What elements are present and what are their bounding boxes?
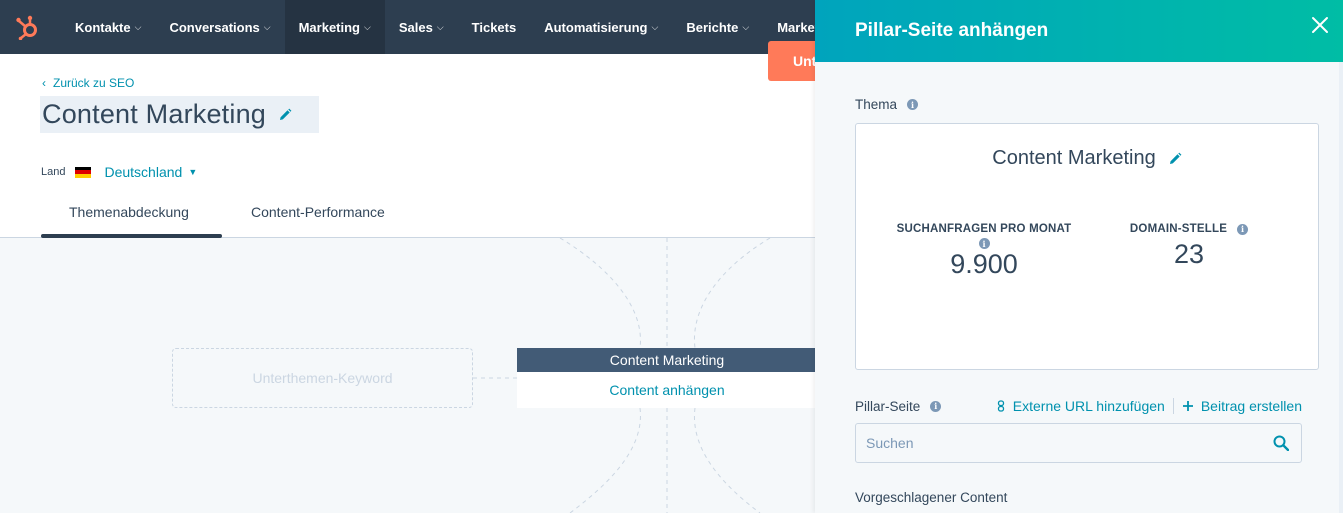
page-title-box[interactable]: Content Marketing <box>40 96 319 133</box>
attach-content-link[interactable]: Content anhängen <box>517 372 815 408</box>
divider <box>1172 398 1174 414</box>
topic-title: Content Marketing <box>992 147 1156 169</box>
attach-pillar-panel: Pillar-Seite anhängen Thema i Content Ma… <box>815 0 1343 513</box>
chevron-down-icon: ⌵ <box>436 21 444 32</box>
search-icon[interactable] <box>1261 435 1301 451</box>
info-icon[interactable]: i <box>930 400 942 412</box>
panel-header: Pillar-Seite anhängen <box>815 0 1343 62</box>
panel-title: Pillar-Seite anhängen <box>855 20 1049 41</box>
country-dropdown[interactable]: Deutschland ▼ <box>104 164 197 180</box>
stat-label: SUCHANFRAGEN PRO MONAT <box>896 223 1072 235</box>
chevron-left-icon: ‹ <box>42 76 46 90</box>
stat-label: DOMAIN-STELLE <box>1129 223 1228 235</box>
nav-item-sales[interactable]: Sales ⌵ <box>385 0 458 54</box>
pillar-node-title: Content Marketing <box>517 348 815 372</box>
nav-item-marketing[interactable]: Marketing ⌵ <box>284 0 385 54</box>
topic-title-row: Content Marketing <box>856 147 1318 170</box>
pencil-icon[interactable] <box>1168 152 1182 166</box>
info-icon[interactable]: i <box>1237 223 1249 235</box>
page-header: ‹ Zurück zu SEO Content Marketing Land D… <box>0 54 815 238</box>
nav-item-label: Conversations <box>169 19 260 35</box>
link-icon <box>997 400 1004 412</box>
nav-item-label: Berichte <box>686 19 739 35</box>
chevron-down-icon: ⌵ <box>364 21 371 32</box>
chevron-down-icon: ⌵ <box>742 21 750 32</box>
pillar-page-row: Pillar-Seite i Externe URL hinzufügen Be… <box>855 397 1302 415</box>
chevron-down-icon: ⌵ <box>134 21 142 32</box>
nav-item-conversations[interactable]: Conversations ⌵ <box>155 0 284 54</box>
topic-cluster-canvas: Unterthemen-Keyword Content Marketing Co… <box>0 238 815 513</box>
create-post-label: Beitrag erstellen <box>1200 398 1302 414</box>
country-selector-row: Land Deutschland ▼ <box>41 164 197 180</box>
create-post-link[interactable]: Beitrag erstellen <box>1182 398 1302 414</box>
thema-label: Thema <box>855 97 898 112</box>
tab-themenabdeckung[interactable]: Themenabdeckung <box>69 204 189 220</box>
stat-label-row: DOMAIN-STELLE i <box>1119 223 1259 235</box>
topic-card: Content Marketing SUCHANFRAGEN PRO MONAT… <box>855 123 1319 370</box>
nav-item-berichte[interactable]: Berichte ⌵ <box>672 0 763 54</box>
add-external-url-link[interactable]: Externe URL hinzufügen <box>997 398 1165 414</box>
search-input[interactable] <box>856 435 1261 451</box>
tab-content-performance[interactable]: Content-Performance <box>251 204 385 220</box>
page-title: Content Marketing <box>42 99 267 129</box>
nav-item-label: Automatisierung <box>544 19 648 35</box>
thema-label-row: Thema i <box>855 97 919 112</box>
hubspot-logo-icon[interactable] <box>0 0 54 54</box>
nav-item-label: Tickets <box>471 19 517 35</box>
pillar-page-label: Pillar-Seite <box>855 398 921 414</box>
chevron-down-icon: ⌵ <box>263 21 271 32</box>
nav-item-tickets[interactable]: Tickets <box>458 0 531 54</box>
monthly-searches-stat: SUCHANFRAGEN PRO MONAT i 9.900 <box>894 223 1074 280</box>
stat-value: 9.900 <box>950 249 1018 279</box>
close-icon[interactable] <box>1311 16 1329 39</box>
germany-flag-icon <box>75 166 92 178</box>
chevron-down-icon: ⌵ <box>651 21 659 32</box>
pillar-node: Content Marketing Content anhängen <box>517 348 815 408</box>
plus-icon <box>1182 401 1193 411</box>
domain-rank-stat: DOMAIN-STELLE i 23 <box>1119 223 1259 270</box>
subtopic-keyword-placeholder[interactable]: Unterthemen-Keyword <box>172 348 473 408</box>
country-value: Deutschland <box>104 164 183 180</box>
info-icon[interactable]: i <box>907 99 919 110</box>
nav-item-label: Sales <box>398 19 433 35</box>
pillar-search-box <box>855 423 1302 463</box>
suggested-content-label: Vorgeschlagener Content <box>855 490 1008 505</box>
caret-down-icon: ▼ <box>188 167 198 177</box>
back-to-seo-link[interactable]: ‹ Zurück zu SEO <box>42 76 134 90</box>
nav-menu: Kontakte ⌵ Conversations ⌵ Marketing ⌵ Sales ⌵ T… <box>61 0 841 54</box>
pencil-icon[interactable] <box>278 108 292 122</box>
nav-item-label: Kontakte <box>75 19 131 35</box>
land-label: Land <box>41 166 66 178</box>
nav-item-label: Marketing <box>298 19 360 35</box>
nav-item-kontakte[interactable]: Kontakte ⌵ <box>61 0 155 54</box>
back-link-label: Zurück zu SEO <box>53 76 135 90</box>
stat-value: 23 <box>1173 239 1205 269</box>
panel-scrollbar[interactable] <box>1339 62 1343 513</box>
add-external-url-label: Externe URL hinzufügen <box>1012 398 1165 414</box>
nav-item-automatisierung[interactable]: Automatisierung ⌵ <box>530 0 672 54</box>
info-icon[interactable]: i <box>978 238 990 249</box>
